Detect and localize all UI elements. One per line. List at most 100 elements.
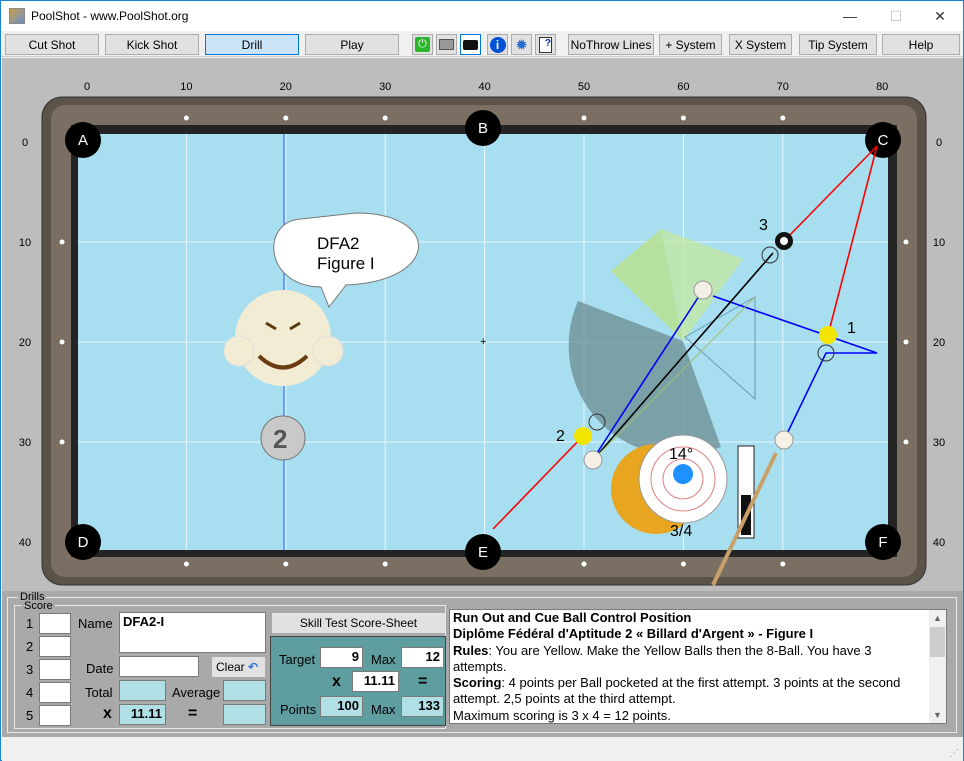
tip-position xyxy=(673,464,693,484)
yellow-ball-1 xyxy=(819,326,837,344)
multiplier2-field: 11.11 xyxy=(352,671,399,692)
max-field[interactable]: 12 xyxy=(401,647,444,668)
y-tick-label-right: 10 xyxy=(933,237,945,249)
y-tick-label: 10 xyxy=(19,237,31,249)
speech-line-1: DFA2 xyxy=(317,234,360,253)
attempt-score-field[interactable] xyxy=(39,659,71,680)
skill-test-score-sheet-button[interactable]: Skill Test Score-Sheet xyxy=(272,613,445,633)
diamond xyxy=(382,561,388,567)
pocket-label: E xyxy=(478,544,488,561)
multiply-sign: x xyxy=(103,705,112,722)
y-tick-label-right: 30 xyxy=(933,437,945,449)
diamond xyxy=(283,561,289,567)
help-button[interactable]: Help xyxy=(882,34,960,55)
x-tick-label: 10 xyxy=(180,81,192,93)
name-field[interactable]: DFA2-I xyxy=(119,612,266,653)
pool-table-area[interactable]: 0 10 20 30 40 50 60 70 80 0 0 10 10 20 20 30 30 40 40 A B C D… xyxy=(2,58,963,591)
maximize-button[interactable]: ☐ xyxy=(873,1,919,31)
attempt-score-field[interactable] xyxy=(39,682,71,703)
x-tick-label: 60 xyxy=(677,81,689,93)
multiplier-field: 11.11 xyxy=(119,704,166,725)
average-field xyxy=(223,680,266,701)
resize-grip-icon: ⋰ xyxy=(949,748,959,759)
pocket-label: A xyxy=(78,132,88,149)
plus-system-button[interactable]: + System xyxy=(659,34,722,55)
pocket-label: B xyxy=(478,120,488,137)
ball3-label: 3 xyxy=(759,217,768,234)
diamond xyxy=(59,339,65,345)
kick-shot-button[interactable]: Kick Shot xyxy=(105,34,199,55)
x-tick-label: 50 xyxy=(578,81,590,93)
window-title: PoolShot - www.PoolShot.org xyxy=(31,9,189,23)
diamond xyxy=(581,115,587,121)
total-label: Total xyxy=(85,685,113,700)
target-field[interactable]: 9 xyxy=(320,647,363,668)
attempt-score-field[interactable] xyxy=(39,613,71,634)
drill-description[interactable]: Run Out and Cue Ball Control Position Di… xyxy=(449,609,947,724)
close-button[interactable]: ✕ xyxy=(917,1,963,31)
diamond xyxy=(680,561,686,567)
pocket-label: D xyxy=(78,534,89,551)
y-tick-label: 40 xyxy=(19,537,31,549)
x-tick-label: 40 xyxy=(478,81,490,93)
average-label: Average xyxy=(172,685,221,700)
svg-text:+: + xyxy=(480,336,486,348)
description-subtitle: Diplôme Fédéral d'Aptitude 2 « Billard d… xyxy=(453,626,814,642)
x-tick-label: 0 xyxy=(84,81,90,93)
speech-line-2: Figure I xyxy=(317,254,375,273)
ball2-label: 2 xyxy=(556,428,565,445)
nothrow-lines-button[interactable]: NoThrow Lines xyxy=(568,34,654,55)
minimize-button[interactable]: — xyxy=(827,1,873,31)
tip-system-button[interactable]: Tip System xyxy=(799,34,877,55)
result-field xyxy=(223,704,266,725)
target-panel: Target 9 Max 12 x 11.11 = Points 100 Max… xyxy=(270,636,446,726)
attempt-number: 4 xyxy=(26,685,34,700)
y-tick-label-right: 0 xyxy=(936,137,942,149)
play-button[interactable]: Play xyxy=(305,34,399,55)
attempt-number: 1 xyxy=(26,616,34,631)
diamond xyxy=(283,115,289,121)
diamond xyxy=(183,115,189,121)
printer-icon[interactable] xyxy=(436,34,457,55)
drill-button[interactable]: Drill xyxy=(205,34,299,55)
y-tick-label-right: 40 xyxy=(933,537,945,549)
x-system-button[interactable]: X System xyxy=(729,34,792,55)
power-icon[interactable]: ⏻ xyxy=(412,34,433,55)
attempt-number: 5 xyxy=(26,708,34,723)
y-tick-label: 20 xyxy=(19,337,31,349)
x-tick-label: 30 xyxy=(379,81,391,93)
clear-button[interactable]: Clear ↶ xyxy=(212,657,265,677)
camera-icon[interactable] xyxy=(460,34,481,55)
diamond xyxy=(780,561,786,567)
name-label: Name xyxy=(78,616,113,631)
pool-table[interactable]: 0 10 20 30 40 50 60 70 80 0 0 10 10 20 20 30 30 40 40 A B C D… xyxy=(2,58,963,591)
cue-tip-fraction: 3/4 xyxy=(670,523,692,540)
attempt-score-field[interactable] xyxy=(39,705,71,726)
x-tick-label: 70 xyxy=(777,81,789,93)
diamond xyxy=(183,561,189,567)
help-document-icon[interactable]: ? xyxy=(535,34,556,55)
points-field: 100 xyxy=(320,696,363,717)
toolbar: Cut Shot Kick Shot Drill Play ⏻ i ✹ ? No… xyxy=(1,31,963,57)
cut-shot-button[interactable]: Cut Shot xyxy=(5,34,99,55)
info-icon[interactable]: i xyxy=(487,34,508,55)
y-tick-label: 0 xyxy=(22,137,28,149)
description-scrollbar[interactable]: ▲ ▼ xyxy=(929,610,946,723)
pocket-label: F xyxy=(878,534,887,551)
equals-sign: = xyxy=(188,705,198,722)
ball1-label: 1 xyxy=(847,320,856,337)
diamond xyxy=(382,115,388,121)
date-field[interactable] xyxy=(119,656,199,677)
max-label: Max xyxy=(371,652,396,667)
points-max-label: Max xyxy=(371,702,396,717)
gear-icon[interactable]: ✹ xyxy=(511,34,532,55)
cue-ball-position xyxy=(583,450,603,470)
attempt-score-field[interactable] xyxy=(39,636,71,657)
attempt-number: 3 xyxy=(26,662,34,677)
diamond xyxy=(581,561,587,567)
target-label: Target xyxy=(279,652,316,667)
diamond xyxy=(903,339,909,345)
description-title: Run Out and Cue Ball Control Position xyxy=(453,610,692,625)
x-tick-label: 80 xyxy=(876,81,888,93)
max-scoring-text: Maximum scoring is 3 x 4 = 12 points. xyxy=(453,707,671,723)
